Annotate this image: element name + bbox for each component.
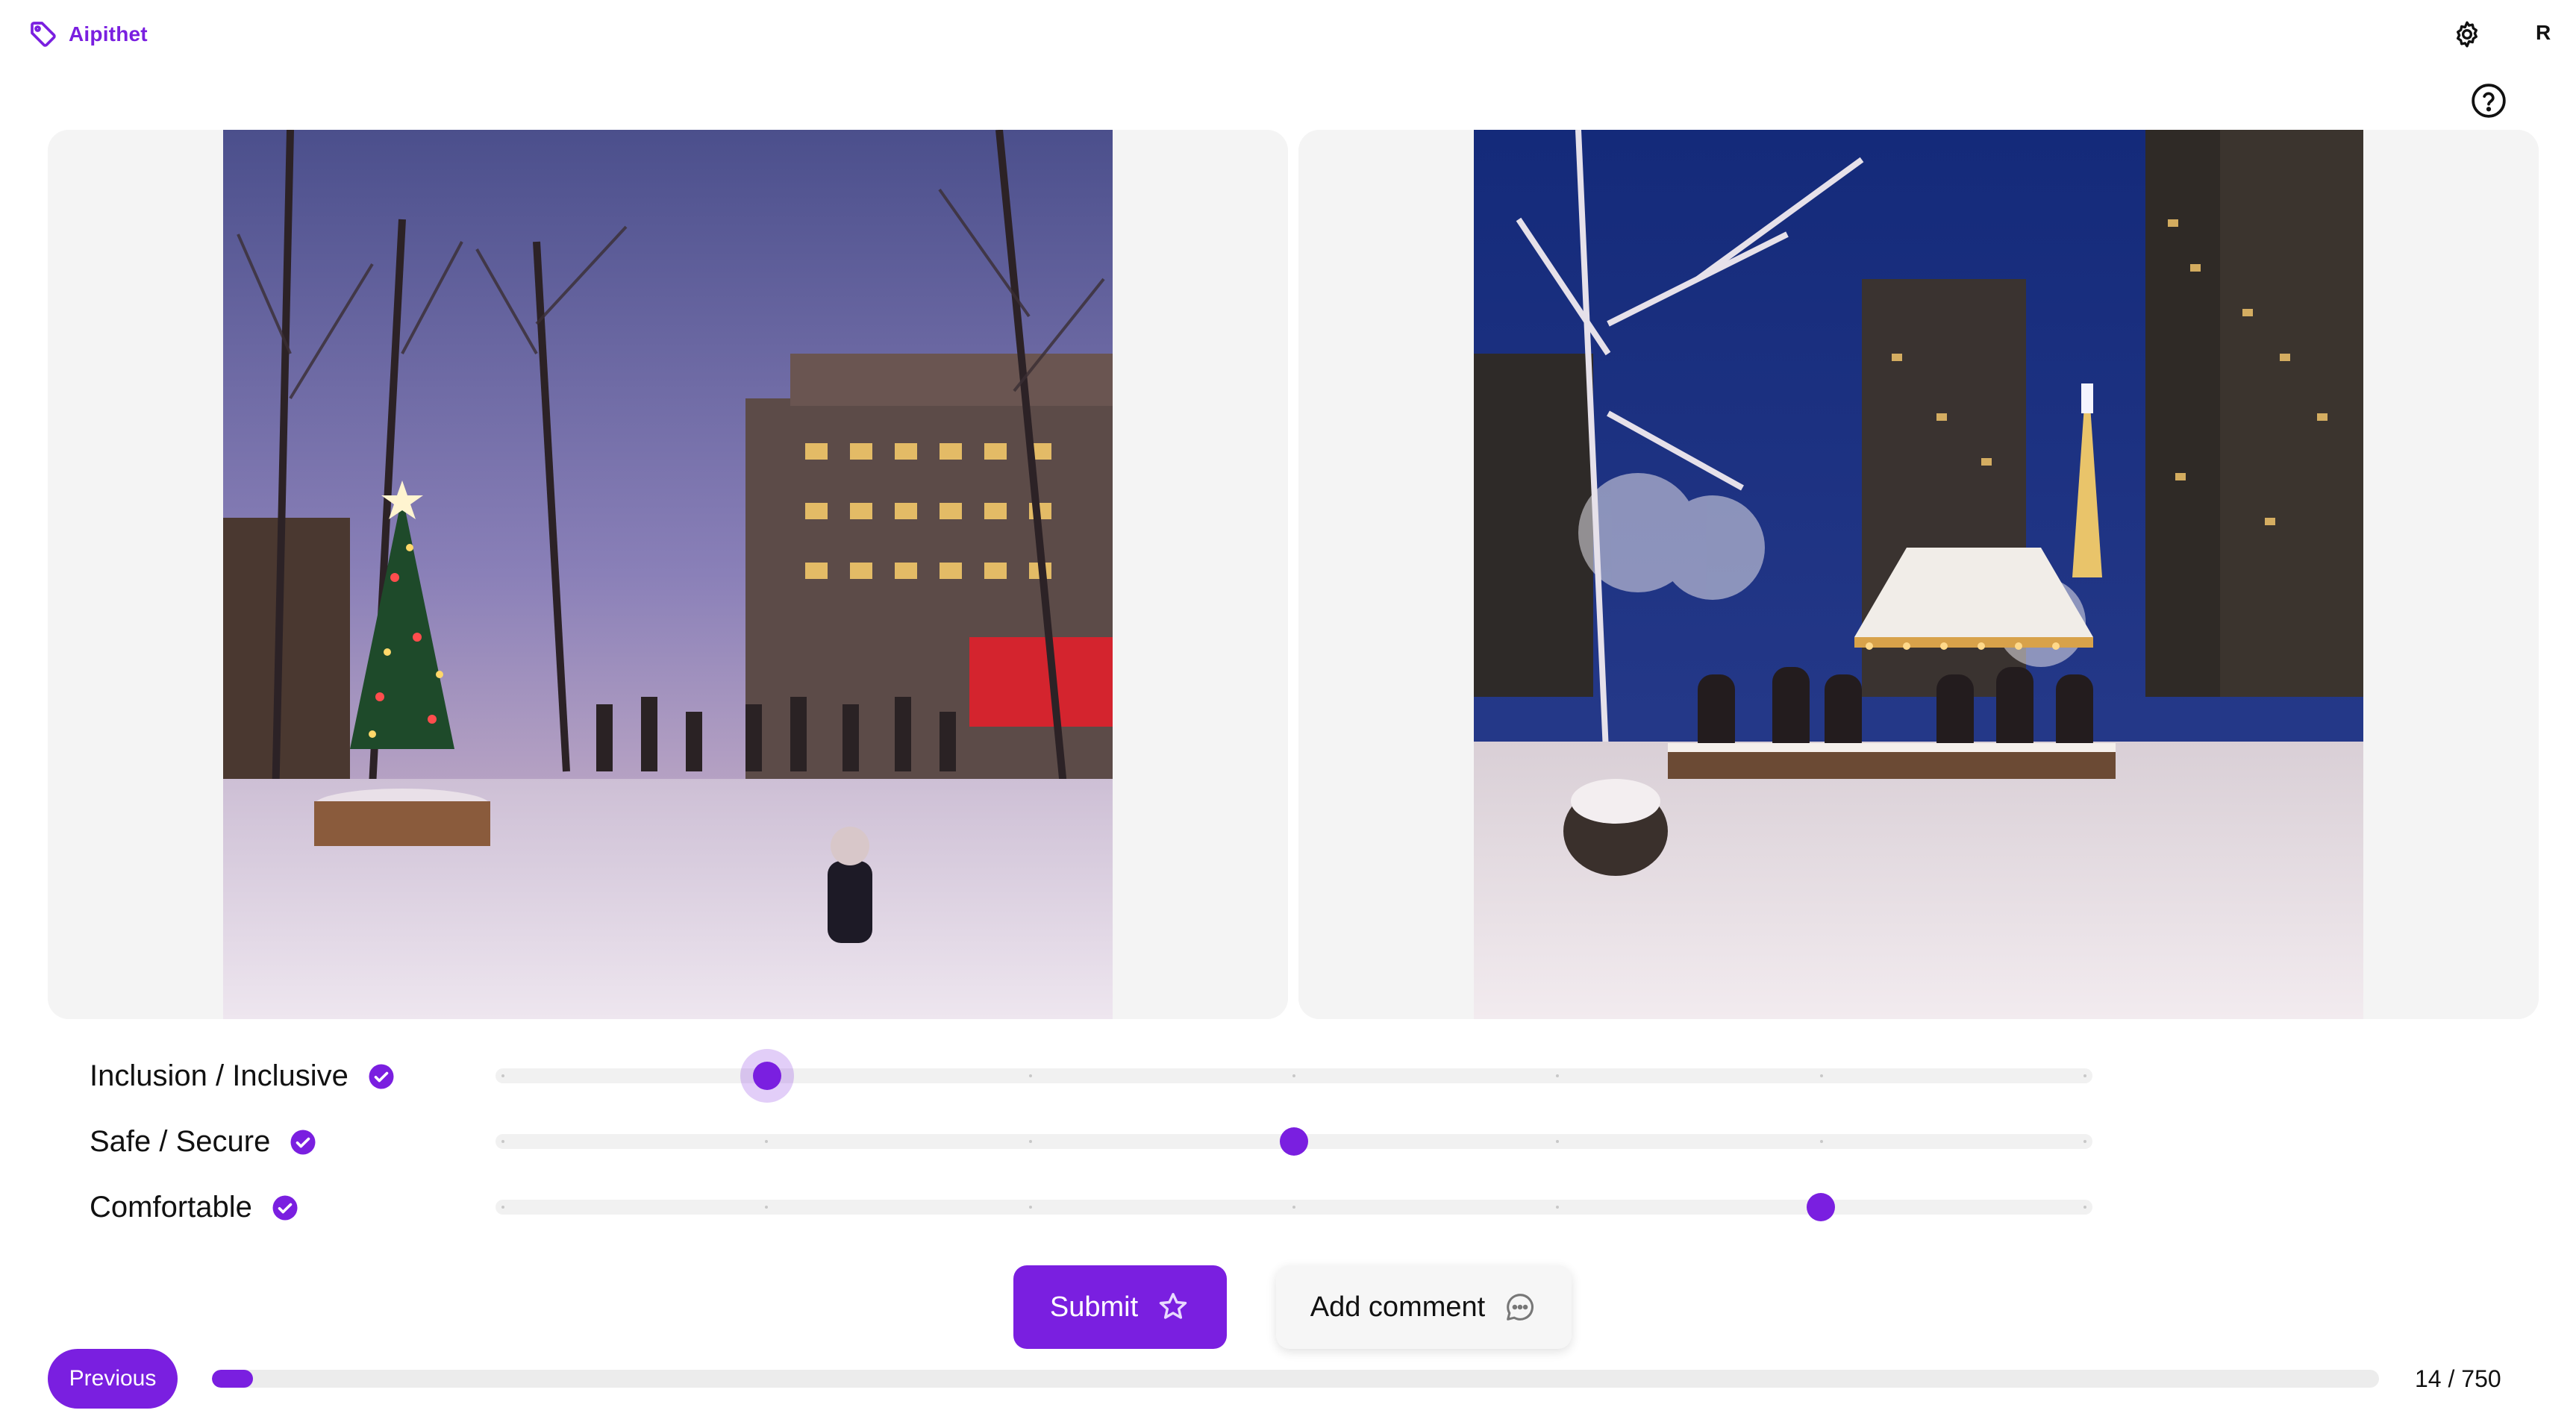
submit-button[interactable]: Submit bbox=[1013, 1265, 1227, 1349]
slider-tick bbox=[1028, 1140, 1032, 1143]
slider-tick bbox=[1028, 1206, 1032, 1209]
progress-fill bbox=[212, 1370, 254, 1388]
slider-tick bbox=[1819, 1140, 1823, 1143]
previous-button[interactable]: Previous bbox=[48, 1349, 178, 1409]
slider-tick bbox=[2083, 1074, 2086, 1077]
slider-tick bbox=[1292, 1074, 1295, 1077]
user-avatar[interactable]: R bbox=[2536, 21, 2551, 45]
slider-thumb[interactable] bbox=[1280, 1127, 1308, 1156]
slider-inclusion[interactable] bbox=[495, 1049, 2092, 1103]
gear-icon[interactable] bbox=[2452, 19, 2482, 49]
slider-tick bbox=[501, 1140, 504, 1143]
image-left bbox=[223, 130, 1113, 1019]
slider-tick bbox=[501, 1074, 504, 1077]
slider-tick bbox=[765, 1140, 769, 1143]
check-circle-icon bbox=[369, 1064, 394, 1089]
criterion-label: Safe / Secure bbox=[90, 1125, 271, 1158]
slider-safe[interactable] bbox=[495, 1127, 2092, 1156]
slider-tick bbox=[1819, 1074, 1823, 1077]
slider-tick bbox=[1556, 1140, 1560, 1143]
criterion-safe: Safe / Secure bbox=[90, 1125, 316, 1159]
slider-tick bbox=[1556, 1206, 1560, 1209]
criterion-label: Comfortable bbox=[90, 1191, 252, 1224]
image-right bbox=[1474, 130, 2363, 1019]
check-circle-icon bbox=[272, 1195, 298, 1220]
brand-name: Aipithet bbox=[69, 22, 148, 46]
slider-thumb[interactable] bbox=[1807, 1193, 1836, 1221]
item-counter: 14 / 750 bbox=[2415, 1365, 2501, 1392]
tag-icon bbox=[31, 22, 56, 47]
slider-comfortable[interactable] bbox=[495, 1193, 2092, 1221]
slider-tick bbox=[1556, 1074, 1560, 1077]
chat-bubble-icon bbox=[1507, 1294, 1534, 1321]
slider-tick bbox=[1028, 1074, 1032, 1077]
slider-thumb[interactable] bbox=[740, 1049, 794, 1103]
add-comment-button[interactable]: Add comment bbox=[1276, 1265, 1572, 1349]
brand[interactable]: Aipithet bbox=[28, 19, 148, 49]
image-panel-right[interactable] bbox=[1298, 130, 2539, 1019]
star-icon bbox=[1159, 1293, 1187, 1319]
image-panel-left[interactable] bbox=[48, 130, 1288, 1019]
slider-tick bbox=[765, 1206, 769, 1209]
check-circle-icon bbox=[290, 1130, 316, 1154]
slider-tick bbox=[2083, 1206, 2086, 1209]
slider-tick bbox=[1292, 1206, 1295, 1209]
criterion-comfortable: Comfortable bbox=[90, 1191, 298, 1224]
submit-label: Submit bbox=[1049, 1291, 1139, 1323]
slider-tick bbox=[2083, 1140, 2086, 1143]
criterion-inclusion: Inclusion / Inclusive bbox=[90, 1059, 395, 1093]
progress-bar bbox=[212, 1370, 2379, 1388]
slider-tick bbox=[501, 1206, 504, 1209]
criterion-label: Inclusion / Inclusive bbox=[90, 1059, 348, 1092]
help-circle-icon[interactable] bbox=[2470, 82, 2507, 119]
add-comment-label: Add comment bbox=[1310, 1291, 1486, 1323]
